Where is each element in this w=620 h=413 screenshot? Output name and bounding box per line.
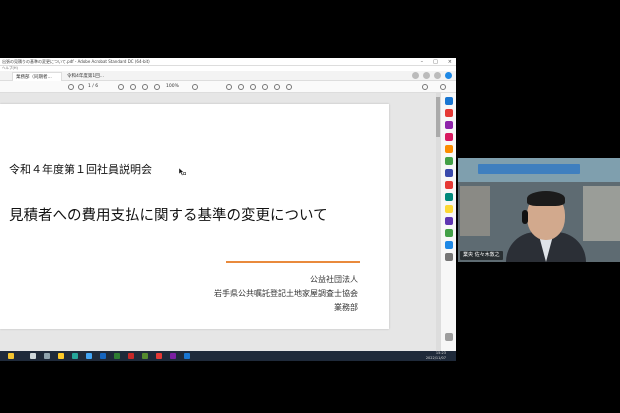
search-tool-icon[interactable]	[445, 97, 453, 105]
prev-page-icon[interactable]	[68, 84, 74, 90]
stamp-icon[interactable]	[262, 84, 268, 90]
fill-sign-icon[interactable]	[445, 205, 453, 213]
next-page-icon[interactable]	[78, 84, 84, 90]
app-icon-3[interactable]	[170, 353, 176, 359]
taskbar-search-icon[interactable]	[44, 353, 50, 359]
zoom-app-icon[interactable]	[184, 353, 190, 359]
video-background-sign	[478, 164, 580, 174]
protect-icon[interactable]	[445, 193, 453, 201]
windows-taskbar: 15:23 2022/11/07	[0, 351, 456, 361]
excel-icon[interactable]	[114, 353, 120, 359]
start-icon[interactable]	[30, 353, 36, 359]
clock-date: 2022/11/07	[425, 356, 446, 360]
pdf-page: 令和４年度第１回社員説明会 見積者への費用支払に関する基準の変更について 公益社…	[0, 104, 389, 329]
shared-screen: 出張の見積りの基準の変更について.pdf - Adobe Acrobat Sta…	[0, 58, 456, 361]
accent-divider	[226, 261, 360, 263]
redact-icon[interactable]	[445, 181, 453, 189]
word-icon[interactable]	[100, 353, 106, 359]
comment-icon[interactable]	[226, 84, 232, 90]
zoom-in-icon[interactable]	[154, 84, 160, 90]
comment-tool-icon[interactable]	[445, 145, 453, 153]
mail-icon[interactable]	[86, 353, 92, 359]
window-controls: – □ ×	[421, 58, 452, 66]
slide-title: 見積者への費用支払に関する基準の変更について	[9, 208, 328, 224]
delete-icon[interactable]	[274, 84, 280, 90]
app-icon-2[interactable]	[156, 353, 162, 359]
window-title: 出張の見積りの基準の変更について.pdf - Adobe Acrobat Sta…	[2, 59, 150, 64]
scan-ocr-icon[interactable]	[445, 217, 453, 225]
tools-panel	[440, 93, 456, 351]
weather-icon[interactable]	[8, 353, 14, 359]
organize-pages-icon[interactable]	[445, 169, 453, 177]
combine-files-icon[interactable]	[445, 157, 453, 165]
maximize-button[interactable]: □	[433, 58, 438, 66]
participant-video[interactable]: 業央 佐々木敦之	[458, 158, 620, 262]
video-background-cabinet	[460, 186, 490, 236]
search-icon[interactable]	[440, 84, 446, 90]
app-icon-1[interactable]	[142, 353, 148, 359]
department: 業務部	[334, 303, 358, 312]
document-tabs: 業務部（同期者... 令和4年度第1回...	[0, 71, 456, 81]
acrobat-titlebar: 出張の見積りの基準の変更について.pdf - Adobe Acrobat Sta…	[0, 58, 456, 66]
taskbar-clock[interactable]: 15:23 2022/11/07	[426, 351, 446, 361]
tab-document-1[interactable]: 業務部（同期者...	[12, 72, 62, 81]
redo-icon[interactable]	[286, 84, 292, 90]
participant-hair	[527, 191, 565, 206]
tab-document-2[interactable]: 令和4年度第1回...	[64, 72, 114, 81]
org-type: 公益社団法人	[310, 275, 358, 284]
acrobat-icon[interactable]	[128, 353, 134, 359]
close-button[interactable]: ×	[448, 58, 452, 66]
measure-icon[interactable]	[445, 241, 453, 249]
edit-pdf-icon[interactable]	[445, 121, 453, 129]
collapse-panel-icon[interactable]	[445, 333, 453, 341]
minimize-button[interactable]: –	[421, 58, 424, 66]
select-cursor-icon[interactable]	[118, 84, 124, 90]
bell-icon[interactable]	[423, 72, 430, 79]
headset-icon	[522, 210, 528, 224]
apps-icon[interactable]	[434, 72, 441, 79]
export-pdf-icon[interactable]	[445, 109, 453, 117]
edge-icon[interactable]	[72, 353, 78, 359]
org-name: 岩手県公共嘱託登記土地家屋調査士協会	[214, 289, 358, 298]
highlight-icon[interactable]	[250, 84, 256, 90]
document-viewer[interactable]: 令和４年度第１回社員説明会 見積者への費用支払に関する基準の変更について 公益社…	[0, 93, 436, 351]
fit-page-icon[interactable]	[192, 84, 198, 90]
share-icon[interactable]	[422, 84, 428, 90]
slide-subtitle: 令和４年度第１回社員説明会	[9, 163, 152, 176]
acrobat-toolbar: 1 / 6 100%	[0, 81, 456, 93]
more-tools-icon[interactable]	[445, 253, 453, 261]
page-indicator[interactable]: 1 / 6	[88, 83, 98, 91]
account-icons	[412, 72, 452, 79]
file-explorer-icon[interactable]	[58, 353, 64, 359]
help-icon[interactable]	[412, 72, 419, 79]
zoom-level[interactable]: 100%	[166, 83, 179, 91]
mouse-cursor-icon	[179, 168, 186, 176]
zoom-out-icon[interactable]	[142, 84, 148, 90]
pen-icon[interactable]	[238, 84, 244, 90]
user-avatar-icon[interactable]	[445, 72, 452, 79]
hand-tool-icon[interactable]	[130, 84, 136, 90]
participant-name-label: 業央 佐々木敦之	[460, 251, 503, 260]
video-background-shelf	[583, 186, 620, 241]
compare-icon[interactable]	[445, 229, 453, 237]
create-pdf-icon[interactable]	[445, 133, 453, 141]
